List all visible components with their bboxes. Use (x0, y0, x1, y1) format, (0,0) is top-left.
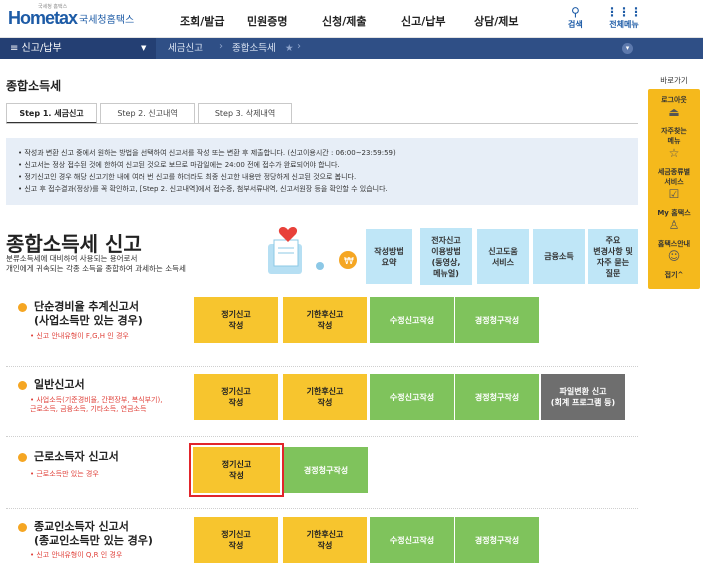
correction-claim-button[interactable]: 경정청구작성 (284, 447, 368, 493)
tab-step3[interactable]: Step 3. 삭제내역 (198, 103, 292, 124)
menu-application[interactable]: 신청/제출 (322, 13, 367, 29)
notice-line: • 정기신고인 경우 해당 신고기한 내에 여러 번 신고를 하더라도 최종 신… (18, 173, 357, 181)
notice-box: • 작성과 변환 신고 중에서 원하는 방법을 선택하여 신고서를 작성 또는 … (6, 138, 638, 205)
tab-step2[interactable]: Step 2. 신고내역 (100, 103, 195, 124)
search-icon: ⚲ (570, 5, 580, 19)
expand-circle-icon[interactable]: ▾ (622, 43, 633, 54)
section-title: 근로소득자 신고서 (34, 450, 119, 463)
faq-changes-button[interactable]: 주요 변경사항 및 자주 묻는 질문 (588, 229, 638, 284)
section-title: 종교인소득자 신고서 (종교인소득만 있는 경우) (34, 520, 153, 547)
search-button[interactable]: ⚲ 검색 (568, 6, 583, 30)
logout-label: 로그아웃 (661, 96, 687, 104)
regular-filing-button[interactable]: 정기신고 작성 (194, 374, 278, 420)
menu-certificate[interactable]: 민원증명 (247, 13, 287, 29)
logout-link[interactable]: 로그아웃 ⏏ (648, 91, 700, 122)
regular-filing-button[interactable]: 정기신고 작성 (194, 297, 278, 343)
bullet-icon (18, 381, 27, 390)
hometax-guide-label: 홈택스안내 (657, 240, 691, 248)
logo-wordmark: Hometax (8, 8, 78, 28)
bullet-icon (18, 303, 27, 312)
category-menu[interactable]: ≡ 신고/납부 ▼ (0, 38, 156, 59)
correction-claim-button[interactable]: 경정청구작성 (455, 517, 539, 563)
dropdown-icon: ▼ (141, 44, 147, 52)
my-hometax-label: My 홈택스 (657, 209, 691, 217)
chevron-right-icon: › (297, 41, 301, 52)
file-conversion-button[interactable]: 파일변환 신고 (회계 프로그램 등) (541, 374, 625, 420)
favorite-menu-label: 자주찾는 메뉴 (661, 127, 687, 145)
quick-links-panel: 로그아웃 ⏏ 자주찾는 메뉴 ☆ 세금종류별 서비스 ☑ My 홈택스 ♙ 홈택스안내 ☺… (648, 89, 700, 289)
financial-income-button[interactable]: 금융소득 (533, 229, 585, 284)
all-menu-label: 전체메뉴 (609, 20, 639, 29)
guide-icon: ☺ (667, 249, 681, 263)
logout-icon: ⏏ (668, 105, 680, 119)
svg-text:₩: ₩ (344, 256, 354, 267)
favorite-menu-link[interactable]: 자주찾는 메뉴 ☆ (648, 122, 700, 163)
tab-step1[interactable]: Step 1. 세금신고 (6, 103, 97, 124)
collapse-button[interactable]: 접기^ (648, 266, 700, 283)
bullet-icon (18, 523, 27, 532)
hometax-guide-link[interactable]: 홈택스안내 ☺ (648, 235, 700, 266)
notice-line: • 신고서는 정상 접수된 것에 한하여 신고된 것으로 보므로 마감일에는 2… (18, 161, 340, 169)
notice-line: • 신고 후 접수결과(정상)를 꼭 확인하고, [Step 2. 신고내역]에… (18, 185, 388, 193)
category-menu-label: ≡ 신고/납부 (10, 43, 62, 54)
favorite-star-icon[interactable]: ★ (285, 38, 294, 59)
search-label: 검색 (568, 20, 583, 29)
tax-service-link[interactable]: 세금종류별 서비스 ☑ (648, 163, 700, 204)
top-header: 국세청 홈택스 Hometax 국세청홈택스 조회/발급 민원증명 신청/제출 … (0, 0, 703, 38)
grid-icon: ⋮⋮⋮ (606, 5, 642, 19)
star-icon: ☆ (668, 146, 680, 160)
amended-filing-button[interactable]: 수정신고작성 (370, 517, 454, 563)
logo-subtitle: 국세청홈택스 (79, 15, 135, 26)
filing-help-button[interactable]: 신고도움 서비스 (477, 229, 529, 284)
section-note: • 근로소득만 있는 경우 (30, 470, 99, 478)
tax-service-label: 세금종류별 서비스 (657, 168, 691, 186)
hero-illustration: ₩ (268, 227, 357, 274)
all-menu-button[interactable]: ⋮⋮⋮ 전체메뉴 (606, 6, 642, 30)
quick-links-title: 바로가기 (660, 76, 688, 85)
chevron-right-icon: › (219, 41, 223, 52)
my-hometax-link[interactable]: My 홈택스 ♙ (648, 204, 700, 235)
e-filing-howto-button[interactable]: 전자신고 이용방법 (동영상, 메뉴얼) (420, 228, 472, 285)
guide-summary-button[interactable]: 작성방법 요약 (366, 229, 412, 284)
section-title: 일반신고서 (34, 378, 85, 391)
logo-tagline: 국세청 홈택스 (38, 4, 68, 10)
amended-filing-button[interactable]: 수정신고작성 (370, 374, 454, 420)
breadcrumb-tax-filing[interactable]: 세금신고 (168, 38, 203, 59)
user-icon: ♙ (668, 218, 680, 232)
breadcrumb-bar: ≡ 신고/납부 ▼ 세금신고 › 종합소득세 ★ › ▾ (0, 38, 703, 59)
correction-claim-button[interactable]: 경정청구작성 (455, 374, 539, 420)
section-note: • 신고 안내유형이 F,G,H 인 경우 (30, 332, 129, 340)
page-title: 종합소득세 (6, 79, 62, 93)
hometax-logo[interactable]: 국세청 홈택스 Hometax 국세청홈택스 (8, 4, 135, 29)
menu-inquiry[interactable]: 조회/발급 (180, 13, 225, 29)
regular-filing-button[interactable]: 정기신고 작성 (194, 517, 278, 563)
section-title: 단순경비율 추계신고서 (사업소득만 있는 경우) (34, 300, 143, 327)
hero-description: 개인에게 귀속되는 각종 소득을 종합하여 과세하는 소득세 (6, 264, 186, 273)
section-note: • 신고 안내유형이 Q,R 인 경우 (30, 551, 123, 559)
menu-filing[interactable]: 신고/납부 (401, 13, 446, 29)
late-filing-button[interactable]: 기한후신고 작성 (283, 297, 367, 343)
breadcrumb-income-tax[interactable]: 종합소득세 (232, 38, 276, 59)
tab-divider (6, 123, 638, 124)
bullet-icon (18, 453, 27, 462)
section-note: • 사업소득(기준경비율, 간편장부, 복식부기), 근로소득, 금융소득, 기… (30, 396, 163, 413)
highlight-box (189, 443, 284, 497)
notice-line: • 작성과 변환 신고 중에서 원하는 방법을 선택하여 신고서를 작성 또는 … (18, 149, 396, 157)
correction-claim-button[interactable]: 경정청구작성 (455, 297, 539, 343)
late-filing-button[interactable]: 기한후신고 작성 (283, 374, 367, 420)
menu-consult[interactable]: 상담/제보 (474, 13, 519, 29)
quick-links-sidebar: 바로가기 로그아웃 ⏏ 자주찾는 메뉴 ☆ 세금종류별 서비스 ☑ My 홈택스 ♙ 홈… (648, 75, 700, 289)
amended-filing-button[interactable]: 수정신고작성 (370, 297, 454, 343)
check-icon: ☑ (668, 187, 680, 201)
late-filing-button[interactable]: 기한후신고 작성 (283, 517, 367, 563)
collapse-label: 접기^ (664, 271, 684, 279)
